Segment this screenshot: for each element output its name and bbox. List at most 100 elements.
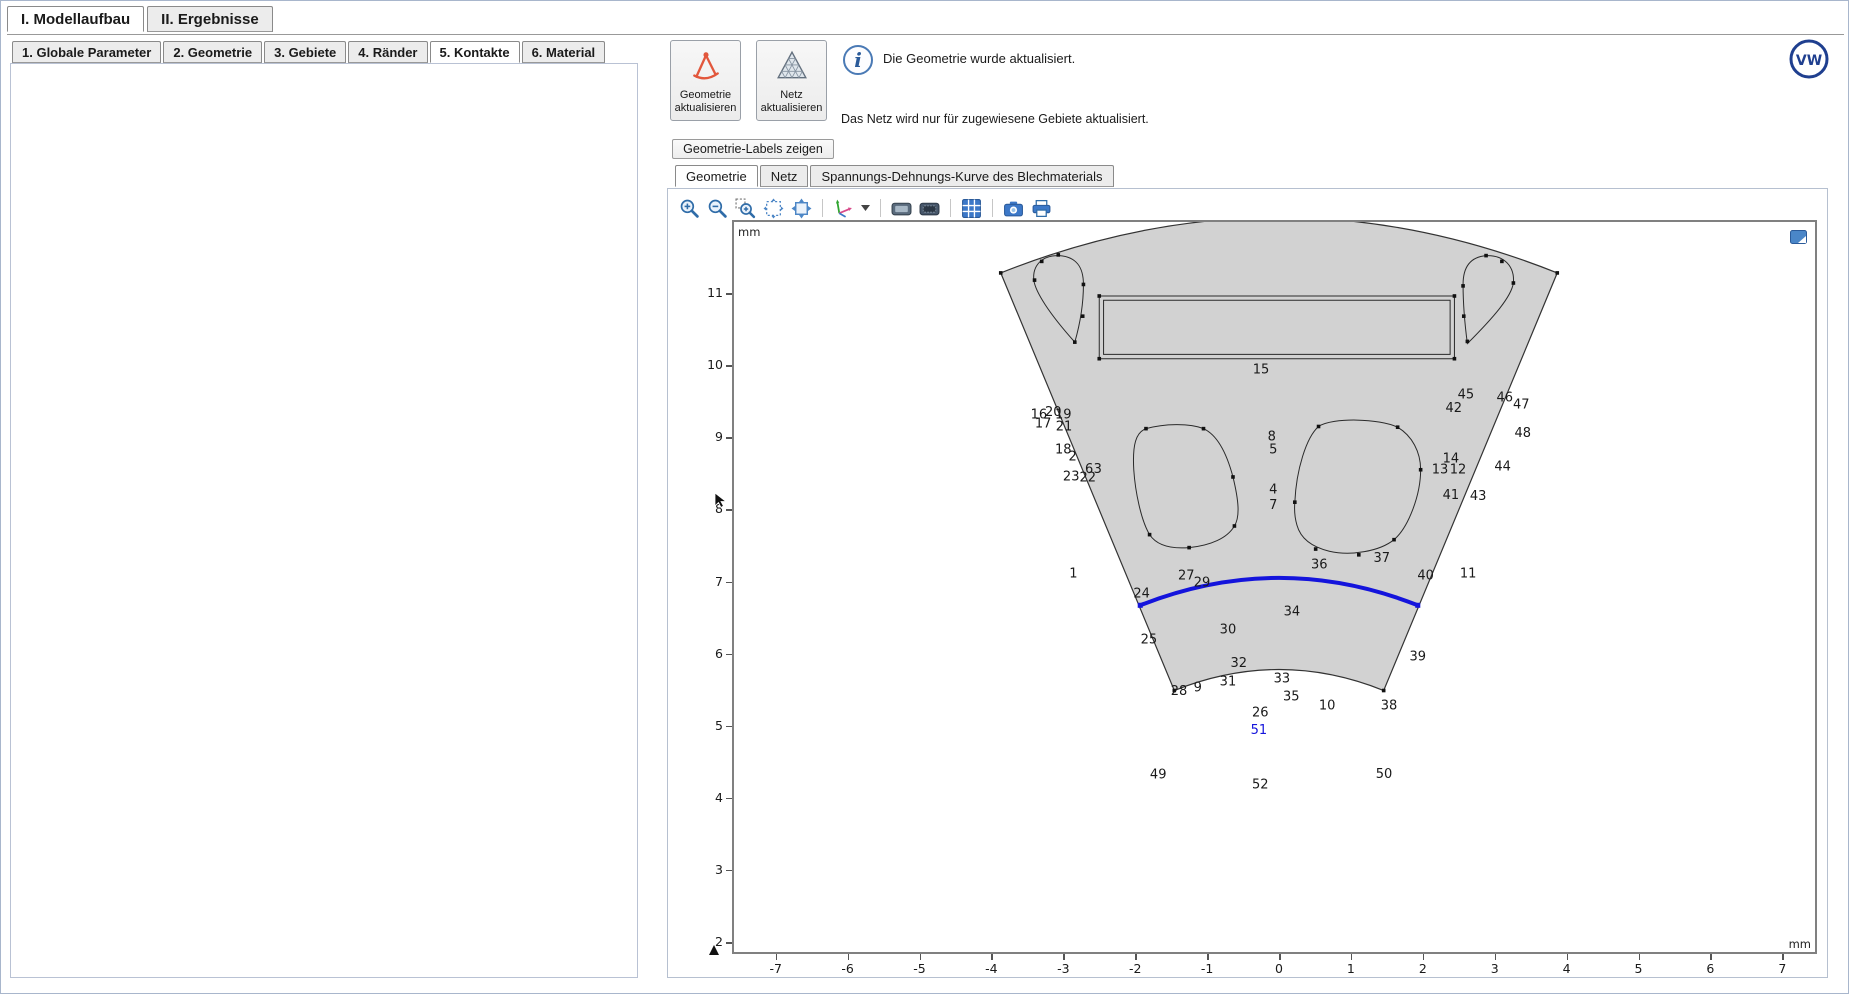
- x-tick-label: -2: [1115, 961, 1155, 976]
- x-tick-label: 3: [1475, 961, 1515, 976]
- step-tab-2-geometrie[interactable]: 2. Geometrie: [163, 41, 262, 63]
- view-tab-bar: GeometrieNetzSpannungs-Dehnungs-Kurve de…: [675, 165, 1116, 187]
- x-tick: [1279, 954, 1281, 960]
- x-tick-label: 2: [1403, 961, 1443, 976]
- svg-text:VW: VW: [1796, 53, 1822, 69]
- view-tab-spannungs-dehnungs-kurve-des-blechmaterials[interactable]: Spannungs-Dehnungs-Kurve des Blechmateri…: [810, 165, 1113, 187]
- boundary-label-32: 32: [1230, 656, 1247, 671]
- x-tick-label: -6: [828, 961, 868, 976]
- y-tick: [726, 582, 732, 584]
- step-tab-1-globale-parameter[interactable]: 1. Globale Parameter: [12, 41, 161, 63]
- boundary-label-47: 47: [1513, 398, 1530, 413]
- view-axes-icon[interactable]: [833, 198, 854, 219]
- toolbar-separator: [880, 199, 881, 217]
- update-geometry-button[interactable]: Geometrie aktualisieren: [670, 40, 741, 121]
- y-tick-label: 9: [691, 429, 723, 444]
- scene-settings-icon[interactable]: [891, 198, 912, 219]
- step-tab-3-gebiete[interactable]: 3. Gebiete: [264, 41, 346, 63]
- toolbar-separator: [822, 199, 823, 217]
- zoom-out-icon[interactable]: [707, 198, 728, 219]
- status-message-geometry: Die Geometrie wurde aktualisiert.: [883, 51, 1075, 66]
- main-tab-i-modellaufbau[interactable]: I. Modellaufbau: [7, 6, 144, 32]
- boundary-label-24: 24: [1133, 587, 1150, 602]
- toolbar-separator: [992, 199, 993, 217]
- boundary-label-10: 10: [1319, 698, 1336, 713]
- main-tab-ii-ergebnisse[interactable]: II. Ergebnisse: [147, 6, 273, 32]
- main-tab-bar: I. ModellaufbauII. Ergebnisse: [7, 6, 276, 32]
- zoom-extents-icon[interactable]: [763, 198, 784, 219]
- x-tick-label: 0: [1259, 961, 1299, 976]
- x-tick: [1063, 954, 1065, 960]
- boundary-label-48: 48: [1514, 426, 1531, 441]
- y-tick: [726, 509, 732, 511]
- boundary-label-29: 29: [1194, 576, 1211, 591]
- x-tick: [1351, 954, 1353, 960]
- boundary-label-22: 22: [1079, 470, 1096, 485]
- boundary-label-8: 8: [1268, 429, 1276, 444]
- scene-settings-alt-icon[interactable]: [919, 198, 940, 219]
- plot-corner-icon[interactable]: [1790, 230, 1807, 244]
- boundary-label-9: 9: [1194, 680, 1202, 695]
- x-tick-label: 5: [1619, 961, 1659, 976]
- y-tick: [726, 726, 732, 728]
- axis-origin-marker: [708, 945, 720, 956]
- boundary-label-1: 1: [1069, 566, 1077, 581]
- x-tick-label: -7: [756, 961, 796, 976]
- step-tab-6-material[interactable]: 6. Material: [522, 41, 606, 63]
- axis-unit-top: mm: [738, 225, 760, 239]
- boundary-label-7: 7: [1269, 498, 1277, 513]
- button-label: Geometrie aktualisieren: [671, 89, 740, 115]
- x-tick: [1782, 954, 1784, 960]
- boundary-label-34: 34: [1284, 605, 1301, 620]
- y-tick-label: 7: [691, 574, 723, 589]
- boundary-label-20: 20: [1045, 405, 1062, 420]
- boundary-label-51: 51: [1251, 723, 1268, 738]
- x-tick: [1207, 954, 1209, 960]
- boundary-label-30: 30: [1220, 623, 1237, 638]
- boundary-label-27: 27: [1178, 569, 1195, 584]
- x-tick-label: -5: [900, 961, 940, 976]
- boundary-label-23: 23: [1063, 470, 1080, 485]
- show-geometry-labels-button[interactable]: Geometrie-Labels zeigen: [672, 139, 834, 159]
- x-tick: [1423, 954, 1425, 960]
- y-tick: [726, 365, 732, 367]
- zoom-selected-icon[interactable]: [791, 198, 812, 219]
- view-tab-netz[interactable]: Netz: [760, 165, 809, 187]
- zoom-in-icon[interactable]: [679, 198, 700, 219]
- boundary-label-4: 4: [1269, 483, 1277, 498]
- boundary-label-11: 11: [1460, 566, 1477, 581]
- print-icon[interactable]: [1031, 198, 1052, 219]
- view-tab-geometrie[interactable]: Geometrie: [675, 165, 758, 187]
- status-message-mesh: Das Netz wird nur für zugewiesene Gebiet…: [841, 112, 1149, 126]
- mouse-cursor: [715, 493, 728, 509]
- boundary-label-50: 50: [1376, 767, 1393, 782]
- x-tick-label: -1: [1187, 961, 1227, 976]
- y-tick: [726, 437, 732, 439]
- boundary-label-40: 40: [1417, 569, 1434, 584]
- boundary-label-41: 41: [1443, 488, 1460, 503]
- step-tab-5-kontakte[interactable]: 5. Kontakte: [430, 41, 520, 63]
- boundary-label-49: 49: [1150, 768, 1167, 783]
- x-tick: [1710, 954, 1712, 960]
- snapshot-icon[interactable]: [1003, 198, 1024, 219]
- geometry-canvas[interactable]: 1234567891011121314151617181920212223242…: [734, 222, 1815, 952]
- grid-icon[interactable]: [961, 198, 982, 219]
- boundary-label-31: 31: [1220, 674, 1237, 689]
- boundary-label-43: 43: [1470, 489, 1487, 504]
- boundary-label-38: 38: [1381, 698, 1398, 713]
- y-tick-label: 6: [691, 646, 723, 661]
- boundary-label-25: 25: [1141, 633, 1158, 648]
- vw-logo: VW: [1789, 39, 1829, 79]
- x-tick: [1639, 954, 1641, 960]
- chevron-down-icon[interactable]: [861, 205, 870, 211]
- update-mesh-button[interactable]: Netz aktualisieren: [756, 40, 827, 121]
- zoom-box-icon[interactable]: [735, 198, 756, 219]
- step-tab-4-ränder[interactable]: 4. Ränder: [348, 41, 427, 63]
- rotor-sector-domain[interactable]: [1001, 222, 1558, 691]
- x-tick-label: 1: [1331, 961, 1371, 976]
- boundary-label-52: 52: [1252, 778, 1269, 793]
- y-tick-label: 3: [691, 862, 723, 877]
- mesh-icon: [775, 49, 809, 83]
- x-tick: [920, 954, 922, 960]
- boundary-label-39: 39: [1409, 649, 1426, 664]
